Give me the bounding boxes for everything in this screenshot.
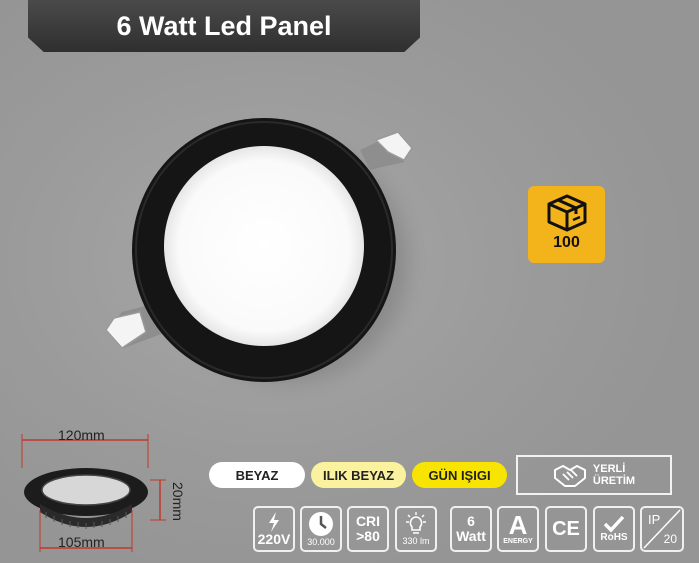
box-quantity-badge: 100 bbox=[528, 186, 605, 263]
yerli-line2: ÜRETİM bbox=[592, 475, 636, 487]
handshake-icon bbox=[553, 465, 586, 487]
cri-label: CRI bbox=[355, 513, 381, 529]
dimension-drawing: 120mm 105mm 20mm bbox=[0, 420, 200, 563]
cutout-label: 105mm bbox=[58, 534, 105, 550]
energy-badge: A ENERGY bbox=[497, 506, 539, 552]
box-count: 100 bbox=[553, 234, 580, 251]
color-option-gun-isigi: GÜN IŞIGI bbox=[412, 462, 507, 488]
lightning-icon bbox=[269, 511, 279, 532]
rohs-badge: RoHS bbox=[593, 506, 635, 552]
yerli-line1: YERLİ bbox=[592, 463, 626, 475]
energy-class: A bbox=[508, 510, 528, 540]
watt-value: 6 bbox=[467, 513, 475, 529]
watt-badge: 6 Watt bbox=[450, 506, 492, 552]
spring-clip-top bbox=[360, 131, 413, 170]
voltage-badge: 220V bbox=[253, 506, 295, 552]
energy-label: ENERGY bbox=[503, 538, 533, 545]
voltage-label: 220V bbox=[257, 530, 291, 547]
yerli-uretim-badge: YERLİ ÜRETİM bbox=[516, 455, 672, 495]
box-icon bbox=[547, 194, 586, 232]
color-label: BEYAZ bbox=[235, 467, 279, 483]
check-icon bbox=[603, 515, 625, 533]
lifetime-label: 30.000 bbox=[307, 537, 335, 547]
ce-mark: CE bbox=[552, 517, 580, 540]
ce-badge: CE bbox=[545, 506, 587, 552]
cri-value: >80 bbox=[356, 528, 380, 544]
lumen-badge: 330 lm bbox=[395, 506, 437, 552]
ip-value: 20 bbox=[663, 532, 677, 546]
ip-label: IP bbox=[648, 512, 661, 527]
color-option-ilik-beyaz: ILIK BEYAZ bbox=[311, 462, 406, 488]
height-label: 20mm bbox=[170, 482, 186, 521]
color-label: GÜN IŞIGI bbox=[428, 467, 491, 483]
panel-light bbox=[164, 146, 364, 346]
lumen-label: 330 lm bbox=[402, 536, 430, 546]
color-label: ILIK BEYAZ bbox=[322, 467, 395, 483]
lifetime-badge: 30.000 bbox=[300, 506, 342, 552]
clock-icon bbox=[309, 512, 333, 536]
watt-unit: Watt bbox=[456, 528, 486, 544]
ip-badge: IP 20 bbox=[640, 506, 684, 552]
diameter-label: 120mm bbox=[58, 427, 105, 443]
cri-badge: CRI >80 bbox=[347, 506, 389, 552]
color-option-beyaz: BEYAZ bbox=[209, 462, 305, 488]
rohs-label: RoHS bbox=[600, 532, 628, 543]
bulb-icon bbox=[406, 512, 426, 534]
ip-diagonal bbox=[643, 509, 681, 549]
